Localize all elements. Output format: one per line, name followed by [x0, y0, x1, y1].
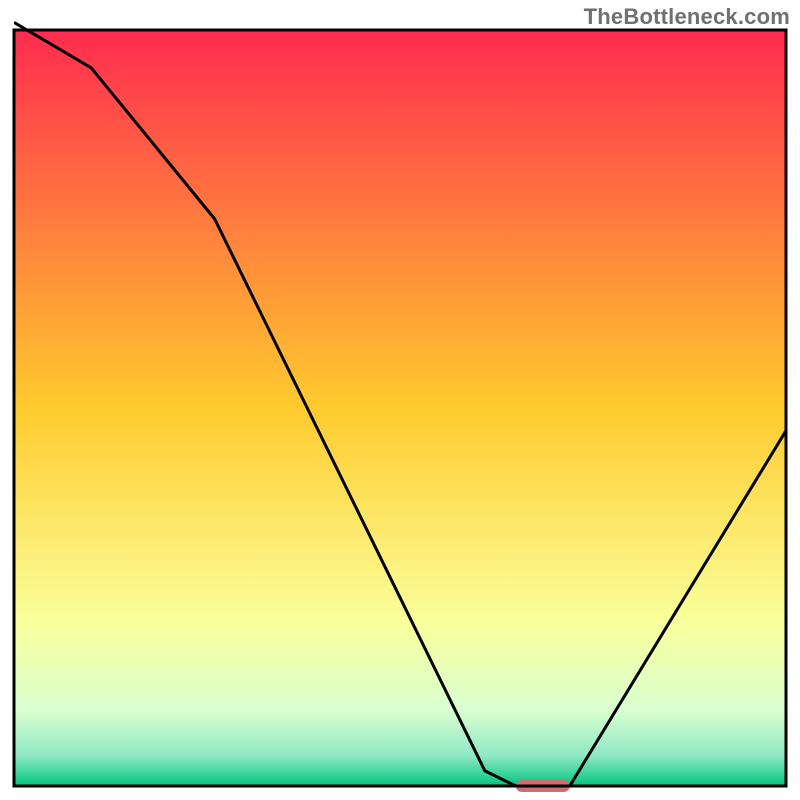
plot-background [14, 30, 786, 786]
bottleneck-chart: TheBottleneck.com [0, 0, 800, 800]
chart-svg [0, 0, 800, 800]
watermark-label: TheBottleneck.com [584, 4, 790, 30]
